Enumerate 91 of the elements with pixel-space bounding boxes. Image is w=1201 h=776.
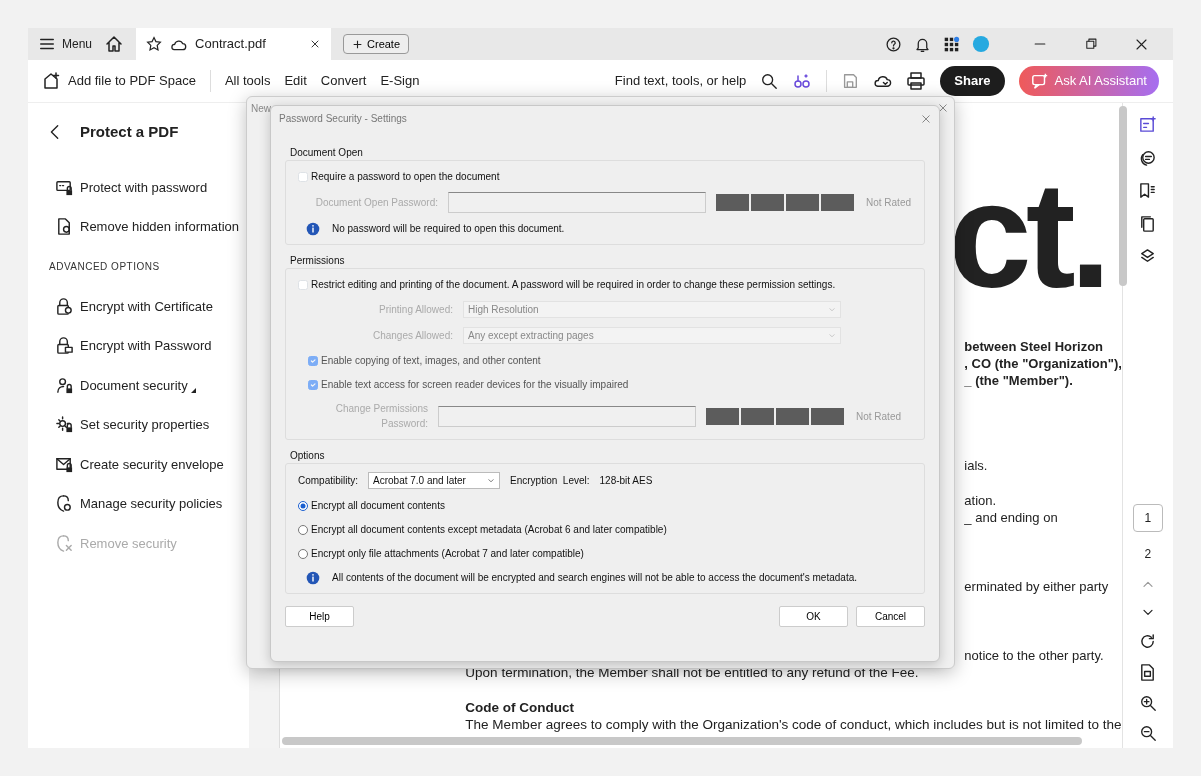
- help-button[interactable]: Help: [285, 606, 354, 627]
- info-text: No password will be required to open this document.: [332, 222, 565, 236]
- tool-item[interactable]: Encrypt with Certificate: [46, 286, 250, 326]
- checkbox[interactable]: [298, 171, 308, 182]
- toolbar-menu-item[interactable]: E-Sign: [380, 71, 420, 91]
- radio-label: Encrypt all document contents except metadata (Acrobat 6 and later compatible): [311, 523, 667, 537]
- horizontal-scrollbar[interactable]: [282, 737, 1083, 745]
- panel-title: Protect a PDF: [80, 122, 179, 142]
- dialog-title: New: [251, 102, 271, 116]
- radio-label: Encrypt only file attachments (Acrobat 7 and later compatible): [311, 547, 584, 561]
- bookmark-icon[interactable]: [1138, 181, 1158, 200]
- tool-item[interactable]: Create security envelope: [46, 444, 250, 484]
- field-value: 128-bit AES: [599, 474, 653, 488]
- dialog-title: Password Security - Settings: [279, 112, 407, 126]
- document-tab[interactable]: Contract.pdf: [136, 28, 332, 60]
- caret-icon: [828, 305, 836, 314]
- chat-sparkle-icon: [1030, 72, 1049, 90]
- field-label: Change Permissions Password:: [334, 402, 428, 431]
- search-label[interactable]: Find text, tools, or help: [614, 71, 747, 91]
- page-number[interactable]: 2: [1132, 544, 1163, 564]
- cancel-button[interactable]: Cancel: [856, 606, 925, 627]
- tab-title: Contract.pdf: [195, 35, 267, 54]
- field-label: Compatibility:: [298, 474, 359, 488]
- checkbox-label: Require a password to open the document: [311, 170, 500, 184]
- field-label: Changes Allowed:: [371, 329, 453, 343]
- group-title: Permissions: [289, 254, 346, 268]
- toolbar-menu-item[interactable]: Convert: [320, 71, 367, 91]
- rating-text: Not Rated: [856, 409, 902, 424]
- tool-item[interactable]: Protect with password: [46, 167, 250, 207]
- comment-icon[interactable]: [1138, 148, 1158, 167]
- home-icon[interactable]: [104, 34, 125, 54]
- document-title: ct.: [948, 160, 1106, 295]
- checkbox-label: Enable text access for screen reader devices for the visually impaired: [321, 378, 629, 392]
- plus-icon: [352, 38, 364, 50]
- ai-assistant-button[interactable]: Ask AI Assistant: [1018, 66, 1159, 96]
- rating-text: Not Rated: [866, 196, 912, 210]
- document-text: _ and ending on: [964, 509, 1058, 526]
- field-label: Printing Allowed:: [378, 303, 453, 317]
- help-icon[interactable]: [885, 35, 902, 53]
- ai-summary-icon[interactable]: [1138, 115, 1158, 134]
- field-label: Encryption Level:: [510, 474, 590, 488]
- menu-label[interactable]: Menu: [62, 35, 93, 53]
- search-icon[interactable]: [760, 72, 779, 90]
- field-label: Document Open Password:: [314, 196, 438, 210]
- page-number[interactable]: 1: [1132, 504, 1163, 532]
- ok-button[interactable]: OK: [779, 606, 848, 627]
- radio-button[interactable]: [298, 500, 308, 511]
- compatibility-dropdown[interactable]: Acrobat 7.0 and later: [368, 472, 501, 489]
- document-text: between Steel Horizon: [964, 338, 1104, 355]
- document-text: The Member agrees to comply with the Organization's code of conduct, which includes but is not limited to the: [465, 716, 1122, 733]
- save-icon[interactable]: [841, 72, 860, 90]
- document-text: _ (the "Member").: [964, 372, 1073, 389]
- radio-label: Encrypt all document contents: [311, 499, 445, 513]
- document-text: erminated by either party: [964, 578, 1109, 595]
- info-icon: [306, 221, 320, 236]
- radio-button[interactable]: [298, 524, 308, 535]
- document-text: ation.: [964, 492, 997, 509]
- document-text: , CO (the "Organization"),: [964, 355, 1122, 372]
- toolbar-menu-item[interactable]: Edit: [284, 71, 307, 91]
- document-text: notice to the other party.: [964, 647, 1104, 664]
- add-file-icon[interactable]: [42, 71, 62, 91]
- vertical-scrollbar[interactable]: [1118, 106, 1127, 286]
- info-icon: [306, 570, 320, 585]
- add-file-link[interactable]: Add file to PDF Space: [68, 71, 196, 91]
- toolbar-menu-item[interactable]: All tools: [224, 71, 271, 91]
- tool-item[interactable]: Manage security policies: [46, 484, 250, 524]
- zoom-in-icon[interactable]: [1138, 694, 1157, 712]
- section-heading: Code of Conduct: [465, 699, 575, 716]
- section-heading: ADVANCED OPTIONS: [48, 260, 161, 274]
- radio-button[interactable]: [298, 548, 308, 559]
- group-title: Options: [289, 449, 326, 463]
- zoom-out-icon[interactable]: [1138, 724, 1157, 742]
- restore-icon[interactable]: [1084, 37, 1098, 51]
- apps-icon[interactable]: [943, 35, 960, 53]
- share-button[interactable]: Share: [940, 66, 1005, 96]
- info-text: All contents of the document will be encrypted and search engines will not be able to access the document's metadata.: [332, 571, 857, 585]
- tool-item[interactable]: Remove hidden information: [46, 207, 250, 247]
- caret-icon: [828, 331, 836, 340]
- tool-item[interactable]: Document security: [46, 365, 250, 405]
- caret-icon: [487, 476, 496, 485]
- checkbox[interactable]: [298, 279, 308, 290]
- print-icon[interactable]: [906, 71, 927, 91]
- star-icon[interactable]: [146, 36, 163, 52]
- tool-item[interactable]: Encrypt with Password: [46, 326, 250, 366]
- create-button[interactable]: Create: [343, 33, 410, 55]
- tool-item[interactable]: Set security properties: [46, 405, 250, 445]
- checkbox-label: Enable copying of text, images, and other content: [321, 354, 541, 368]
- sparkle-tools-icon[interactable]: [792, 71, 813, 91]
- checkbox-label: Restrict editing and printing of the document. A password will be required in order to change these permission settings.: [311, 278, 836, 292]
- document-text: ials.: [964, 457, 988, 474]
- group-title: Document Open: [289, 146, 364, 160]
